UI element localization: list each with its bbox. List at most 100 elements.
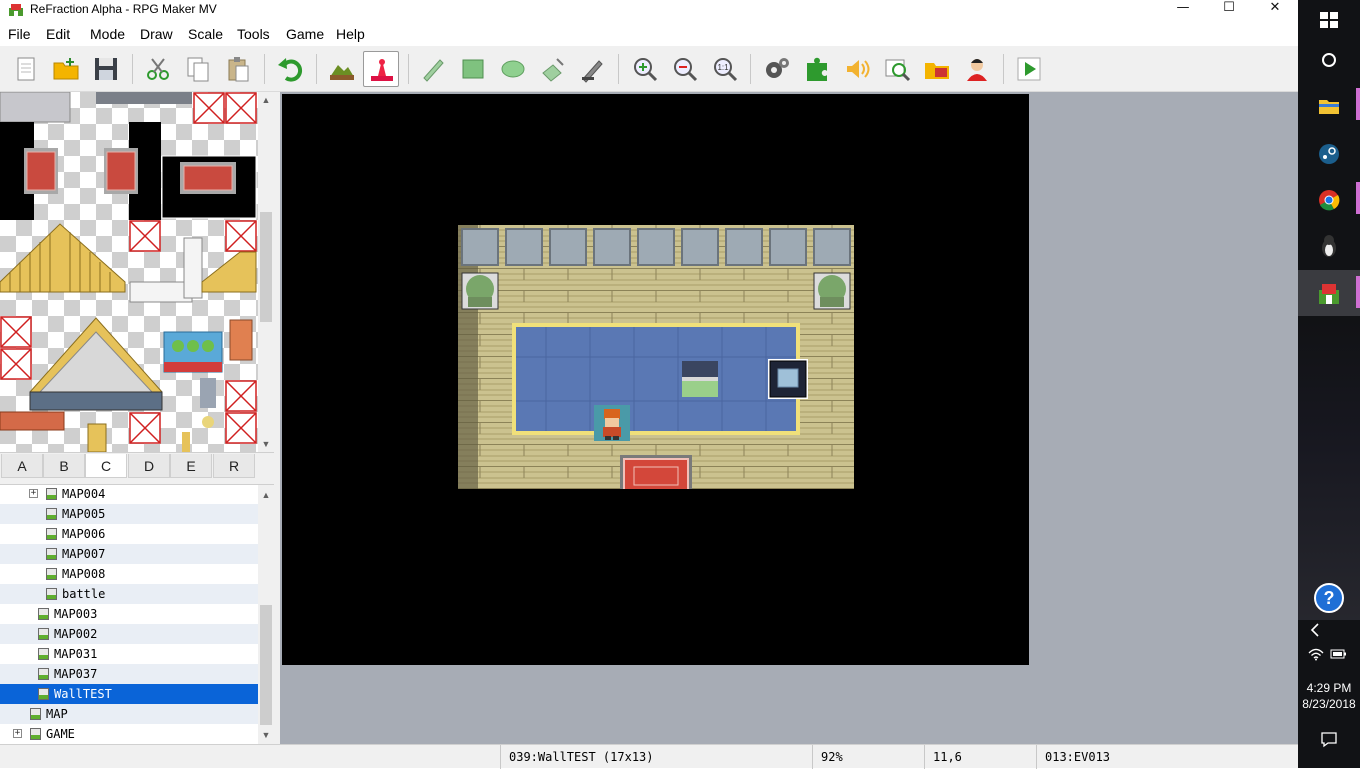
map-mode-button[interactable]	[324, 51, 360, 87]
map-tree-item[interactable]: + GAME	[0, 724, 258, 744]
rectangle-button[interactable]	[455, 51, 491, 87]
menu-mode[interactable]: Mode	[90, 26, 125, 42]
map-tree-item[interactable]: MAP008	[0, 564, 258, 584]
file-explorer-icon[interactable]	[1313, 90, 1345, 122]
pencil-icon	[423, 59, 444, 82]
taskbar-indicator	[1356, 182, 1360, 214]
player-character-event[interactable]	[594, 405, 630, 441]
map-icon	[46, 488, 57, 500]
tab-tileset-c[interactable]: C	[85, 454, 127, 478]
map-tree-item[interactable]: MAP	[0, 704, 258, 724]
map-tree-label: MAP037	[54, 667, 98, 681]
cut-button[interactable]	[140, 51, 176, 87]
cortana-icon[interactable]	[1313, 44, 1345, 76]
map-tree-item[interactable]: MAP006	[0, 524, 258, 544]
status-zoom: 92%	[812, 745, 924, 769]
menu-scale[interactable]: Scale	[188, 26, 223, 42]
tab-tileset-r[interactable]: R	[213, 454, 255, 478]
maximize-button[interactable]: ☐	[1206, 0, 1252, 22]
map-tree-label: MAP031	[54, 647, 98, 661]
shadow-pen-button[interactable]	[575, 51, 611, 87]
menu-file[interactable]: File	[8, 26, 31, 42]
taskbar-background	[1298, 320, 1360, 620]
map-tree-item[interactable]: battle	[0, 584, 258, 604]
event-searcher-button[interactable]	[879, 51, 915, 87]
tileset-scroll-thumb[interactable]	[260, 212, 272, 322]
close-button[interactable]: ✕	[1252, 0, 1298, 22]
chevron-left-icon[interactable]	[1308, 622, 1322, 638]
zoom-out-button[interactable]	[667, 51, 703, 87]
tab-tileset-b[interactable]: B	[43, 454, 85, 478]
scroll-down-arrow-icon[interactable]: ▼	[258, 436, 274, 452]
system-clock[interactable]: 4:29 PM 8/23/2018	[1298, 680, 1360, 712]
menu-tools[interactable]: Tools	[237, 26, 270, 42]
battery-icon[interactable]	[1330, 648, 1348, 660]
menu-game[interactable]: Game	[286, 26, 324, 42]
penguin-app-icon[interactable]	[1313, 230, 1345, 262]
chrome-icon[interactable]	[1313, 184, 1345, 216]
tab-tileset-d[interactable]: D	[128, 454, 170, 478]
expand-toggle-icon[interactable]: +	[29, 489, 38, 498]
map-canvas[interactable]	[282, 94, 1029, 665]
map-tree-item[interactable]: MAP007	[0, 544, 258, 564]
open-project-button[interactable]	[48, 51, 84, 87]
playtest-button[interactable]	[1011, 51, 1047, 87]
help-icon[interactable]: ?	[1313, 582, 1345, 614]
map-tree-item[interactable]: WallTEST	[0, 684, 258, 704]
undo-button[interactable]	[272, 51, 308, 87]
fill-icon	[542, 58, 564, 82]
steam-icon[interactable]	[1313, 138, 1345, 170]
zoom-in-button[interactable]	[627, 51, 663, 87]
scroll-down-arrow-icon[interactable]: ▼	[258, 727, 274, 743]
selected-event-tile[interactable]	[768, 359, 808, 399]
map-tree-item[interactable]: MAP002	[0, 624, 258, 644]
wifi-icon[interactable]	[1308, 647, 1324, 661]
map-tree-item[interactable]: MAP031	[0, 644, 258, 664]
zoom-actual-button[interactable]: 1:1	[707, 51, 743, 87]
save-project-button[interactable]	[88, 51, 124, 87]
rpg-maker-icon[interactable]	[1313, 278, 1345, 310]
database-button[interactable]	[759, 51, 795, 87]
scroll-up-arrow-icon[interactable]: ▲	[258, 487, 274, 503]
copy-button[interactable]	[180, 51, 216, 87]
toolbar-separator	[264, 54, 265, 84]
map-editor-area[interactable]	[280, 92, 1298, 744]
map-tree: + MAP004 MAP005 MAP006 MAP007 MAP008 battle MAP…	[0, 484, 274, 744]
tab-tileset-e[interactable]: E	[170, 454, 212, 478]
map-tree-item[interactable]: MAP037	[0, 664, 258, 684]
minimize-button[interactable]: —	[1160, 0, 1206, 22]
tv-event[interactable]	[682, 361, 718, 397]
resource-manager-button[interactable]	[919, 51, 955, 87]
map-tree-scroll-thumb[interactable]	[260, 605, 272, 725]
menu-draw[interactable]: Draw	[140, 26, 173, 42]
expand-toggle-icon[interactable]: +	[13, 729, 22, 738]
notifications-icon[interactable]	[1320, 730, 1338, 748]
scroll-up-arrow-icon[interactable]: ▲	[258, 92, 274, 108]
clock-date: 8/23/2018	[1302, 697, 1356, 711]
menu-edit[interactable]: Edit	[46, 26, 70, 42]
new-project-button[interactable]	[8, 51, 44, 87]
tileset-scrollbar[interactable]: ▲ ▼	[258, 92, 274, 452]
new-icon	[17, 57, 35, 81]
map-tree-item[interactable]: MAP003	[0, 604, 258, 624]
paste-button[interactable]	[220, 51, 256, 87]
room-map[interactable]	[458, 225, 854, 489]
map-tree-item[interactable]: + MAP004	[0, 485, 258, 504]
sound-test-button[interactable]	[839, 51, 875, 87]
app-icon	[9, 4, 23, 16]
map-icon	[38, 688, 49, 700]
tab-tileset-a[interactable]: A	[1, 454, 43, 478]
fill-button[interactable]	[535, 51, 571, 87]
event-mode-button[interactable]	[363, 51, 399, 87]
map-tree-item[interactable]: MAP005	[0, 504, 258, 524]
tileset-grid[interactable]	[0, 92, 258, 452]
toolbar-separator	[618, 54, 619, 84]
ellipse-button[interactable]	[495, 51, 531, 87]
menu-help[interactable]: Help	[336, 26, 365, 42]
pencil-button[interactable]	[415, 51, 451, 87]
map-tree-scrollbar[interactable]: ▲ ▼	[258, 485, 274, 744]
plugin-manager-button[interactable]	[799, 51, 835, 87]
map-icon	[46, 588, 57, 600]
windows-start-icon[interactable]	[1313, 4, 1345, 36]
character-generator-button[interactable]	[959, 51, 995, 87]
